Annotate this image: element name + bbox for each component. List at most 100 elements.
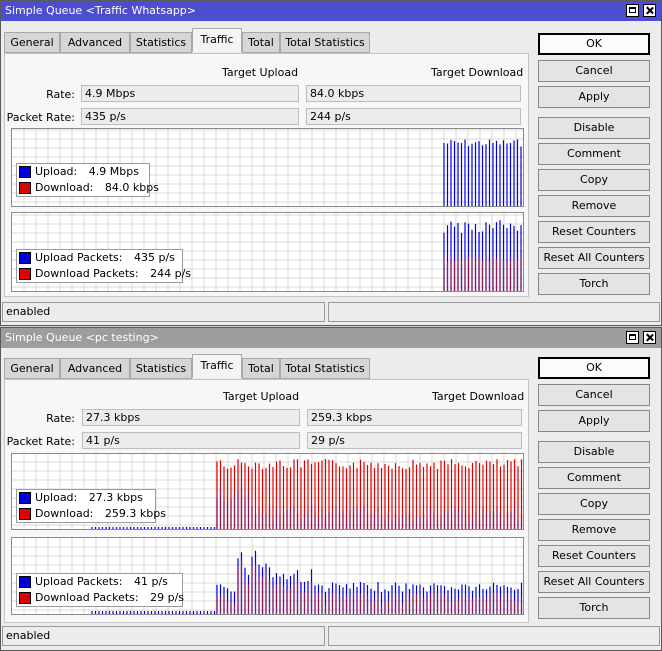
legend-download-packets: Download Packets: 244 p/s (17, 266, 191, 282)
legend-upload-packets: Upload Packets: 435 p/s (17, 250, 182, 266)
comment-button[interactable]: Comment (538, 143, 650, 165)
tab-total-statistics[interactable]: Total Statistics (280, 358, 370, 379)
status-bar: enabled (1, 302, 661, 322)
remove-button[interactable]: Remove (538, 195, 650, 217)
legend-upload: Upload: 27.3 kbps (17, 490, 155, 506)
download-packets-swatch (19, 268, 31, 280)
maximize-icon[interactable] (626, 4, 639, 17)
reset-counters-button[interactable]: Reset Counters (538, 221, 650, 243)
rate-label: Rate: (46, 412, 75, 425)
legend-upload-value: 27.3 kbps (88, 491, 143, 504)
queue-window-whatsapp: Simple Queue <Traffic Whatsapp> General … (0, 0, 662, 326)
status-bar: enabled (1, 626, 661, 646)
legend-download-label: Download: (35, 181, 94, 194)
cancel-button[interactable]: Cancel (538, 384, 650, 406)
status-enabled: enabled (2, 302, 325, 322)
tab-general[interactable]: General (4, 358, 60, 379)
title-bar[interactable]: Simple Queue <pc testing> (1, 328, 661, 348)
packets-legend: Upload Packets: 41 p/s Download Packets:… (16, 573, 185, 607)
tab-general[interactable]: General (4, 32, 60, 53)
legend-download: Download: 259.3 kbps (17, 506, 166, 522)
status-empty (328, 302, 660, 322)
comment-button[interactable]: Comment (538, 467, 650, 489)
legend-download-packets: Download Packets: 29 p/s (17, 590, 185, 606)
tab-advanced[interactable]: Advanced (60, 32, 130, 53)
tab-statistics[interactable]: Statistics (130, 358, 192, 379)
legend-download: Download: 84.0 kbps (17, 180, 159, 196)
rate-label: Rate: (46, 88, 75, 101)
close-icon[interactable] (643, 4, 656, 17)
download-swatch (19, 182, 31, 194)
disable-button[interactable]: Disable (538, 117, 650, 139)
packets-legend: Upload Packets: 435 p/s Download Packets… (16, 249, 191, 283)
upload-swatch (19, 492, 31, 504)
maximize-icon[interactable] (626, 331, 639, 344)
status-enabled: enabled (2, 626, 325, 646)
target-download-header: Target Download (432, 390, 525, 403)
rate-upload-field: 4.9 Mbps (81, 85, 299, 102)
packet-download-field: 244 p/s (306, 108, 521, 125)
copy-button[interactable]: Copy (538, 493, 650, 515)
rate-download-field: 259.3 kbps (307, 409, 522, 426)
legend-upload: Upload: 4.9 Mbps (17, 164, 149, 180)
reset-counters-button[interactable]: Reset Counters (538, 545, 650, 567)
legend-upload-packets-label: Upload Packets: (35, 575, 123, 588)
tab-total[interactable]: Total (242, 32, 280, 53)
packets-graph: Upload Packets: 41 p/s Download Packets:… (11, 537, 524, 615)
reset-all-counters-button[interactable]: Reset All Counters (538, 247, 650, 269)
target-upload-header: Target Upload (223, 390, 300, 403)
legend-download-packets-label: Download Packets: (35, 267, 139, 280)
upload-packets-swatch (19, 576, 31, 588)
traffic-graph: Upload: 27.3 kbps Download: 259.3 kbps (11, 453, 524, 530)
legend-download-value: 259.3 kbps (104, 507, 166, 520)
remove-button[interactable]: Remove (538, 519, 650, 541)
tab-traffic[interactable]: Traffic (192, 28, 242, 52)
legend-upload-packets-label: Upload Packets: (35, 251, 123, 264)
upload-swatch (19, 166, 31, 178)
legend-upload-label: Upload: (35, 491, 78, 504)
torch-button[interactable]: Torch (538, 273, 650, 295)
rate-upload-field: 27.3 kbps (82, 409, 300, 426)
packets-graph: Upload Packets: 435 p/s Download Packets… (11, 212, 524, 292)
packet-rate-label: Packet Rate: (6, 435, 75, 448)
legend-upload-packets-value: 435 p/s (133, 251, 175, 264)
target-download-header: Target Download (431, 66, 524, 79)
ok-button[interactable]: OK (538, 33, 650, 55)
window-title: Simple Queue <pc testing> (5, 331, 159, 344)
copy-button[interactable]: Copy (538, 169, 650, 191)
legend-upload-packets: Upload Packets: 41 p/s (17, 574, 182, 590)
tab-total-statistics[interactable]: Total Statistics (280, 32, 370, 53)
traffic-panel: Target Upload Target Download Rate: 4.9 … (4, 53, 529, 297)
reset-all-counters-button[interactable]: Reset All Counters (538, 571, 650, 593)
queue-window-pc-testing: Simple Queue <pc testing> General Advanc… (0, 327, 662, 651)
legend-download-packets-value: 29 p/s (150, 591, 185, 604)
close-icon[interactable] (643, 331, 656, 344)
legend-download-label: Download: (35, 507, 94, 520)
tab-statistics[interactable]: Statistics (130, 32, 192, 53)
legend-upload-value: 4.9 Mbps (88, 165, 139, 178)
packet-rate-label: Packet Rate: (6, 111, 75, 124)
download-packets-swatch (19, 592, 31, 604)
traffic-legend: Upload: 27.3 kbps Download: 259.3 kbps (16, 489, 166, 523)
tab-total[interactable]: Total (242, 358, 280, 379)
title-bar[interactable]: Simple Queue <Traffic Whatsapp> (1, 1, 661, 21)
download-swatch (19, 508, 31, 520)
disable-button[interactable]: Disable (538, 441, 650, 463)
ok-button[interactable]: OK (538, 357, 650, 379)
tab-traffic[interactable]: Traffic (192, 354, 242, 378)
tab-advanced[interactable]: Advanced (60, 358, 130, 379)
rate-download-field: 84.0 kbps (306, 85, 521, 102)
legend-download-packets-value: 244 p/s (150, 267, 192, 280)
window-title: Simple Queue <Traffic Whatsapp> (5, 4, 197, 17)
traffic-graph: Upload: 4.9 Mbps Download: 84.0 kbps (11, 128, 524, 207)
target-upload-header: Target Upload (222, 66, 299, 79)
traffic-legend: Upload: 4.9 Mbps Download: 84.0 kbps (16, 163, 159, 197)
packet-upload-field: 435 p/s (81, 108, 299, 125)
upload-packets-swatch (19, 252, 31, 264)
apply-button[interactable]: Apply (538, 86, 650, 108)
traffic-panel: Target Upload Target Download Rate: 27.3… (4, 379, 529, 623)
cancel-button[interactable]: Cancel (538, 60, 650, 82)
apply-button[interactable]: Apply (538, 410, 650, 432)
torch-button[interactable]: Torch (538, 597, 650, 619)
legend-upload-packets-value: 41 p/s (133, 575, 168, 588)
